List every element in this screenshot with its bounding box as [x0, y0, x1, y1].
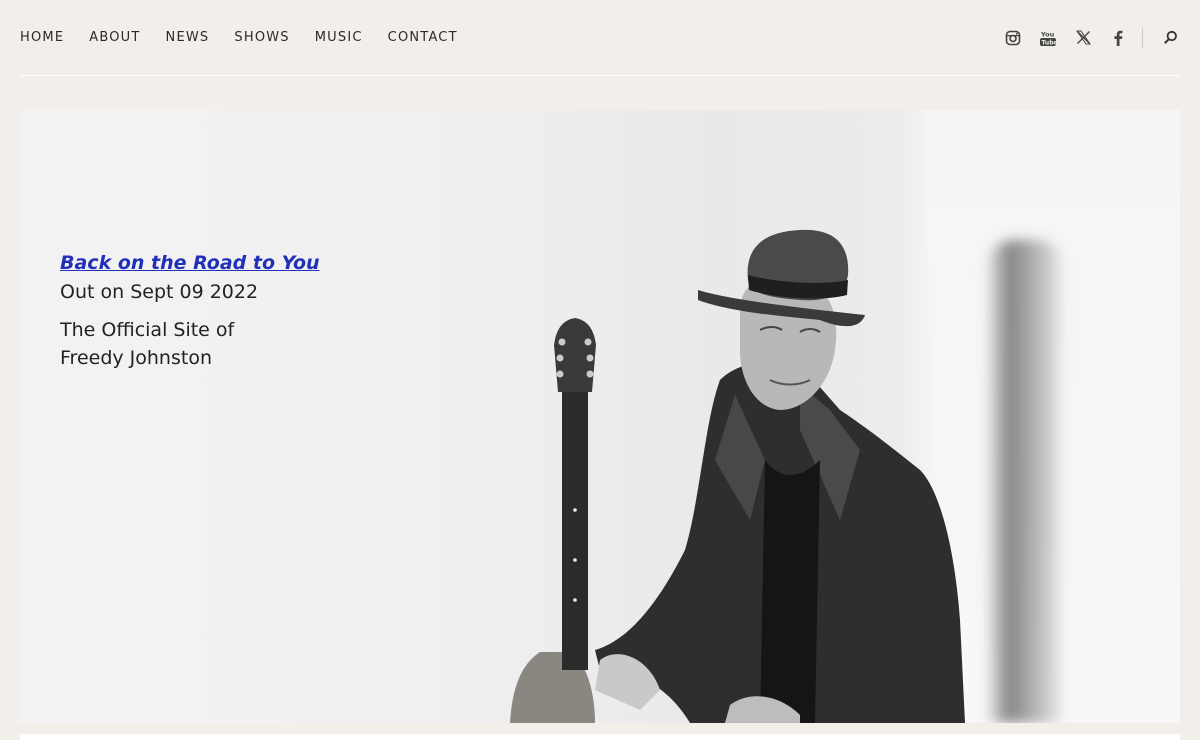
x-icon[interactable] [1073, 28, 1093, 48]
youtube-icon[interactable]: You Tube [1038, 28, 1058, 48]
instagram-icon[interactable] [1003, 28, 1023, 48]
content-strip [20, 734, 1180, 740]
tagline-line-2: Freedy Johnston [60, 347, 212, 369]
artist-photo [510, 229, 965, 723]
hero-text: Back on the Road to You Out on Sept 09 2… [60, 250, 360, 372]
fedora-hat [698, 229, 865, 327]
nav-contact[interactable]: CONTACT [388, 0, 458, 76]
hero-banner: Back on the Road to You Out on Sept 09 2… [20, 110, 1180, 723]
nav-news[interactable]: NEWS [166, 0, 210, 76]
svg-text:Tube: Tube [1042, 39, 1058, 46]
nav-music[interactable]: MUSIC [315, 0, 363, 76]
album-link[interactable]: Back on the Road to You [60, 250, 320, 276]
svg-text:You: You [1040, 30, 1055, 38]
release-date: Out on Sept 09 2022 [60, 281, 259, 303]
facebook-icon[interactable] [1108, 28, 1128, 48]
tagline-line-1: The Official Site of [60, 319, 235, 341]
search-icon[interactable] [1160, 28, 1180, 48]
main-nav: HOME ABOUT NEWS SHOWS MUSIC CONTACT [20, 0, 483, 75]
tagline: The Official Site of Freedy Johnston [60, 316, 360, 372]
site-header: HOME ABOUT NEWS SHOWS MUSIC CONTACT You T… [20, 0, 1180, 76]
nav-home[interactable]: HOME [20, 0, 64, 76]
social-links: You Tube [988, 0, 1180, 75]
nav-about[interactable]: ABOUT [89, 0, 140, 76]
guitar [510, 318, 596, 723]
divider [1142, 27, 1143, 48]
nav-shows[interactable]: SHOWS [234, 0, 289, 76]
figure [595, 361, 965, 723]
